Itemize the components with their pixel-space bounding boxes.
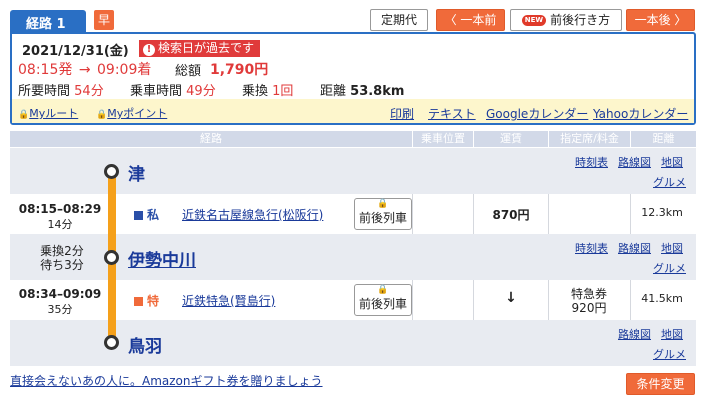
text-link[interactable]: テキスト [428,105,476,122]
transfer-count: 乗換 1回 [242,80,293,99]
google-calendar-link[interactable]: Googleカレンダー [486,105,588,122]
segment-time: 08:15–08:29 [18,202,102,216]
fare-label: 総額 [175,64,202,79]
line-map-link[interactable]: 路線図 [618,240,651,256]
my-route-link[interactable]: 🔒Myルート [18,105,78,121]
limited-express-icon: 特 [134,292,159,309]
gourmet-link[interactable]: グルメ [653,346,686,362]
lock-icon: 🔒 [377,285,389,295]
segment-time: 08:34–09:09 [18,287,102,301]
time-range: 08:15発 → 09:09着 [18,59,151,79]
seat-price: 920円 [571,301,607,315]
fastest-badge: 早 [94,10,114,30]
adjacent-trains-button[interactable]: 🔒 前後列車 [354,198,412,230]
table-header: 経路 乗車位置 運賃 指定席/料金 距離 [10,131,696,147]
print-link[interactable]: 印刷 [390,105,414,122]
station-toba[interactable]: 鳥羽 [128,332,162,357]
my-point-link[interactable]: 🔒Myポイント [96,105,167,121]
segment-fare: 870円 [492,208,530,222]
adjacent-trains-button[interactable]: 🔒 前後列車 [354,284,412,316]
ride-time-value: 49分 [186,84,216,99]
ride-time-label: 乗車時間 [130,84,183,99]
col-fare: 運賃 [473,131,548,147]
search-date: 2021/12/31(金) [22,44,129,59]
segment-distance: 12.3km [641,206,683,219]
private-rail-label: 私 [147,208,160,222]
adjacent-trains-label: 前後列車 [358,297,407,311]
next-train-button[interactable]: 一本後 〉 [626,9,695,31]
alternate-routes-button[interactable]: NEW 前後行き方 [510,9,622,31]
col-boarding: 乗車位置 [412,131,473,147]
segment-minutes: 14分 [47,218,73,231]
ride-time: 乗車時間 49分 [130,80,216,99]
yahoo-calendar-link[interactable]: Yahooカレンダー [593,105,688,122]
past-date-warning: ! 検索日が過去です [139,40,261,57]
duration-label: 所要時間 [18,84,71,99]
line-name[interactable]: 近鉄特急(賢島行) [182,292,275,309]
transfer-value: 1回 [272,84,294,99]
col-route: 経路 [200,132,222,145]
lock-icon: 🔒 [18,110,30,120]
segment-distance: 41.5km [641,292,683,305]
warning-icon: ! [143,44,155,56]
transfer-label: 乗換 [242,84,269,99]
my-route-text[interactable]: Myルート [29,107,78,120]
departure-time: 08:15発 [18,62,73,78]
map-link[interactable]: 地図 [661,326,683,342]
new-badge: NEW [521,15,547,26]
timetable-link[interactable]: 時刻表 [575,154,608,170]
gourmet-link[interactable]: グルメ [653,260,686,276]
station-marker [104,335,119,350]
col-seat: 指定席/料金 [548,131,630,147]
private-rail-icon: 私 [134,206,159,223]
timetable-link[interactable]: 時刻表 [575,240,608,256]
divider [412,280,413,320]
station-tsu[interactable]: 津 [128,160,145,185]
commuter-pass-button[interactable]: 定期代 [370,9,428,31]
limited-express-label: 特 [147,294,160,308]
segment-minutes: 35分 [47,303,73,316]
line-map-link[interactable]: 路線図 [618,326,651,342]
my-point-text[interactable]: Myポイント [107,107,167,120]
duration: 所要時間 54分 [18,80,104,99]
lock-icon: 🔒 [96,110,108,120]
station-marker [104,164,119,179]
alternate-routes-label: 前後行き方 [550,13,611,27]
fare-continues-arrow: ↓ [505,290,517,306]
arrow-icon: → [78,62,91,78]
distance-value: 53.8km [350,84,405,99]
station-ise-nakagawa[interactable]: 伊勢中川 [128,246,196,271]
wait-time: 待ち3分 [40,258,84,272]
col-distance: 距離 [630,131,696,147]
fare-total: 1,790円 [210,62,269,78]
line-name[interactable]: 近鉄名古屋線急行(松阪行) [182,206,323,223]
station-marker [104,250,119,265]
amazon-promo-link[interactable]: 直接会えないあの人に。Amazonギフト券を贈りましょう [10,372,323,389]
warning-text: 検索日が過去です [158,41,255,55]
adjacent-trains-label: 前後列車 [358,211,407,225]
gourmet-link[interactable]: グルメ [653,174,686,190]
map-link[interactable]: 地図 [661,240,683,256]
map-link[interactable]: 地図 [661,154,683,170]
distance: 距離 53.8km [320,80,404,99]
divider [548,194,549,234]
previous-train-button[interactable]: 〈 一本前 [436,9,505,31]
distance-label: 距離 [320,84,347,99]
duration-value: 54分 [74,84,104,99]
divider [412,194,413,234]
line-map-link[interactable]: 路線図 [618,154,651,170]
change-conditions-button[interactable]: 条件変更 [626,373,695,395]
route-tab[interactable]: 経路 1 [10,10,86,32]
arrival-time: 09:09着 [97,62,152,78]
lock-icon: 🔒 [377,199,389,209]
